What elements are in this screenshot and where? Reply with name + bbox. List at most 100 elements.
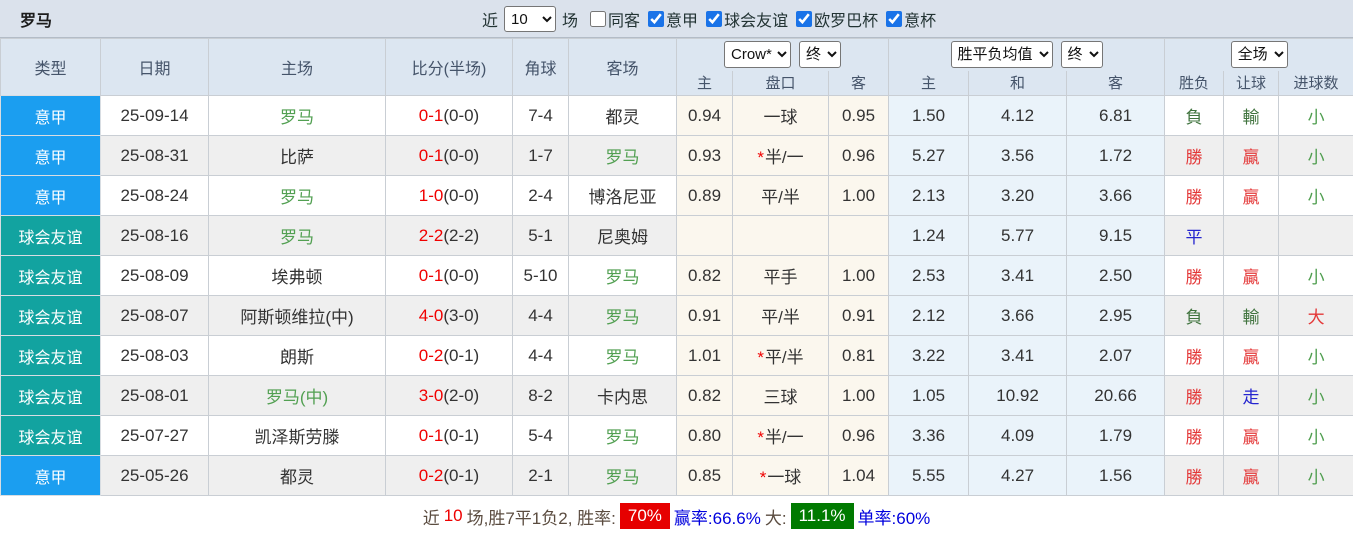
- avg-draw-cell: 3.41: [968, 255, 1068, 296]
- avg-home-cell: 3.36: [888, 415, 970, 456]
- score-cell: 1-0(0-0): [385, 175, 513, 216]
- avg-draw-cell: 3.20: [968, 175, 1068, 216]
- avg-time-select[interactable]: 终: [1060, 41, 1103, 69]
- home-odds-cell: 1.01: [676, 335, 733, 376]
- result-cell: 勝: [1164, 255, 1225, 296]
- odds-time-select[interactable]: 终: [799, 41, 842, 69]
- handicap-cell: [732, 215, 829, 256]
- handicap-cell: *半/一: [732, 135, 829, 176]
- date-cell: 25-08-31: [100, 135, 209, 176]
- result-cell: 勝: [1164, 175, 1225, 216]
- date-cell: 25-08-01: [100, 375, 209, 416]
- league-filter-球会友谊[interactable]: 球会友谊: [698, 7, 788, 31]
- avg-draw-cell: 4.09: [968, 415, 1068, 456]
- avg-group-header: 胜平负均值 终: [888, 38, 1166, 71]
- league-label: 意甲: [666, 12, 699, 30]
- goals-cell: 小: [1278, 255, 1353, 296]
- date-cell: 25-08-24: [100, 175, 209, 216]
- odds-provider-select[interactable]: Crow*: [724, 41, 792, 69]
- away-team-cell: 尼奥姆: [568, 215, 677, 256]
- recent-count-select[interactable]: 10: [504, 6, 557, 32]
- same-away-checkbox[interactable]: [590, 11, 607, 27]
- result-cell: 勝: [1164, 335, 1225, 376]
- home-team-cell: 罗马(中): [208, 375, 386, 416]
- avg-draw-cell: 3.41: [968, 335, 1068, 376]
- type-cell: 球会友谊: [0, 215, 101, 256]
- col-header-home: 主场: [208, 38, 386, 96]
- type-cell: 球会友谊: [0, 415, 101, 456]
- home-odds-cell: 0.85: [676, 455, 733, 496]
- spread-result-cell: 贏: [1223, 415, 1280, 456]
- avg-home-cell: 1.05: [888, 375, 970, 416]
- spread-result-cell: 贏: [1223, 175, 1280, 216]
- away-odds-cell: 0.81: [827, 335, 890, 376]
- score-cell: 0-2(0-1): [385, 455, 513, 496]
- goals-cell: [1278, 215, 1353, 256]
- avg-type-select[interactable]: 胜平负均值: [950, 41, 1053, 69]
- league-checkbox[interactable]: [886, 10, 903, 27]
- sub-header-avg-away: 客: [1066, 70, 1166, 96]
- sub-header-avg-draw: 和: [968, 70, 1068, 96]
- league-filter-欧罗巴杯[interactable]: 欧罗巴杯: [788, 7, 878, 31]
- corner-cell: 5-4: [512, 415, 569, 456]
- avg-home-cell: 3.22: [888, 335, 970, 376]
- home-odds-cell: 0.80: [676, 415, 733, 456]
- avg-home-cell: 1.24: [888, 215, 970, 256]
- home-odds-cell: 0.82: [676, 375, 733, 416]
- away-odds-cell: 0.96: [827, 135, 890, 176]
- league-checkbox[interactable]: [706, 10, 723, 27]
- corner-cell: 4-4: [512, 335, 569, 376]
- corner-cell: 5-10: [512, 255, 569, 296]
- avg-draw-cell: 3.66: [968, 295, 1068, 336]
- goals-cell: 小: [1278, 455, 1353, 496]
- corner-cell: 7-4: [512, 95, 569, 136]
- handicap-cell: 平/半: [732, 175, 829, 216]
- result-cell: 勝: [1164, 135, 1225, 176]
- same-away-filter[interactable]: 同客: [582, 7, 640, 31]
- table-row: 球会友谊 25-08-09 埃弗顿 0-1(0-0) 5-10 罗马 0.82 平手 1.00 2…: [0, 255, 1353, 296]
- handicap-cell: *一球: [732, 455, 829, 496]
- col-header-date: 日期: [100, 38, 209, 96]
- away-team-cell: 罗马: [568, 295, 677, 336]
- league-checkbox[interactable]: [796, 10, 813, 27]
- home-team-cell: 都灵: [208, 455, 386, 496]
- league-filter-意甲[interactable]: 意甲: [640, 7, 698, 31]
- avg-away-cell: 20.66: [1066, 375, 1166, 416]
- home-odds-cell: 0.93: [676, 135, 733, 176]
- league-checkbox[interactable]: [648, 10, 665, 27]
- table-row: 意甲 25-08-31 比萨 0-1(0-0) 1-7 罗马 0.93 *半/一 0.96 5.2…: [0, 135, 1353, 176]
- league-filter-意杯[interactable]: 意杯: [878, 7, 936, 31]
- score-cell: 0-2(0-1): [385, 335, 513, 376]
- away-team-cell: 罗马: [568, 255, 677, 296]
- avg-away-cell: 1.56: [1066, 455, 1166, 496]
- date-cell: 25-08-07: [100, 295, 209, 336]
- avg-home-cell: 2.53: [888, 255, 970, 296]
- sub-header-odds-away: 客: [827, 70, 890, 96]
- scope-select[interactable]: 全场: [1230, 41, 1288, 69]
- table-row: 球会友谊 25-08-03 朗斯 0-2(0-1) 4-4 罗马 1.01 *平/半 0.81 3…: [0, 335, 1353, 376]
- result-group-header: 全场: [1164, 38, 1353, 71]
- type-cell: 意甲: [0, 135, 101, 176]
- avg-draw-cell: 10.92: [968, 375, 1068, 416]
- away-odds-cell: 0.91: [827, 295, 890, 336]
- date-cell: 25-08-16: [100, 215, 209, 256]
- avg-home-cell: 5.27: [888, 135, 970, 176]
- away-team-cell: 博洛尼亚: [568, 175, 677, 216]
- matches-tbody: 意甲 25-09-14 罗马 0-1(0-0) 7-4 都灵 0.94 一球 0.95 1.50 4…: [0, 95, 1353, 496]
- odds-group-header: Crow* 终: [675, 38, 890, 71]
- sub-header-spread: 让球: [1223, 70, 1280, 96]
- spread-result-cell: 輸: [1223, 295, 1280, 336]
- summary-segment: 70%: [619, 503, 670, 529]
- sub-header-goals: 进球数: [1278, 70, 1353, 96]
- sub-header-avg-home: 主: [888, 70, 970, 96]
- score-cell: 0-1(0-0): [385, 135, 513, 176]
- table-row: 球会友谊 25-08-01 罗马(中) 3-0(2-0) 8-2 卡内思 0.82 三球 1.0…: [0, 375, 1353, 416]
- result-cell: 勝: [1164, 415, 1225, 456]
- summary-segment: 近: [422, 508, 440, 528]
- avg-draw-cell: 4.27: [968, 455, 1068, 496]
- score-cell: 0-1(0-0): [385, 95, 513, 136]
- home-odds-cell: 0.94: [676, 95, 733, 136]
- score-cell: 3-0(2-0): [385, 375, 513, 416]
- home-odds-cell: 0.89: [676, 175, 733, 216]
- avg-home-cell: 2.13: [888, 175, 970, 216]
